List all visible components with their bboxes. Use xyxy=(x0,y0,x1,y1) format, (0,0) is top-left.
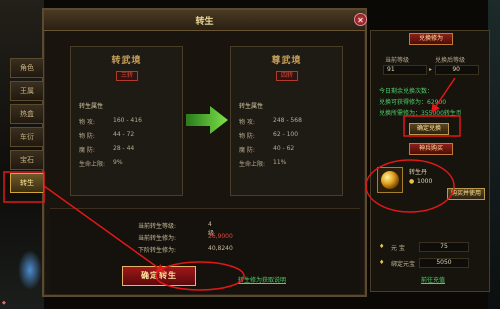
exchange-info-1: 今日剩余兑换次数： xyxy=(379,88,434,95)
rebirth-pill-item[interactable] xyxy=(377,167,403,193)
side-tabs: 角色 王属 热盒 车衍 宝石 转生 xyxy=(10,58,44,196)
ingot-icon: ♦ xyxy=(379,243,385,250)
next-attr-row: 物 攻: 248 - 568 xyxy=(239,117,302,126)
current-cultivation-line: 当前转生修为: 26,9000 xyxy=(138,233,233,242)
exchange-info-2: 兑换可获得修为：62900 xyxy=(379,99,447,106)
next-attr-title: 转生属性 xyxy=(239,103,264,110)
coin-icon: ● xyxy=(409,178,415,185)
current-stage-title: 转武境 xyxy=(111,56,142,66)
after-level-label: 兑换后等级 xyxy=(435,57,466,64)
tab-character[interactable]: 角色 xyxy=(10,58,44,78)
tab-rebirth[interactable]: 转生 xyxy=(10,173,44,193)
window-title: 转生 xyxy=(195,17,214,27)
level-arrow-icon: ▸ xyxy=(429,66,433,73)
cultivation-help-link[interactable]: 转生修为获取说明 xyxy=(238,275,286,284)
confirm-rebirth-button[interactable]: 确定转生 xyxy=(122,266,196,286)
recharge-link[interactable]: 前往充值 xyxy=(421,275,445,284)
next-stage-title: 尊武境 xyxy=(271,56,302,66)
gold-label: 元 宝 xyxy=(391,245,405,252)
shop-header: 神兵购买 xyxy=(409,143,453,155)
tab-vehicle[interactable]: 车衍 xyxy=(10,127,44,147)
confirm-exchange-button[interactable]: 确定兑换 xyxy=(409,123,449,135)
rebirth-panel: 转生 ✕ 转武境 三转 转生属性 物 攻: 160 - 416 物 防: 44 - … xyxy=(42,8,367,297)
blue-glow-effect xyxy=(18,250,42,290)
rebirth-summary: 当前转生等级: 4 级 当前转生修为: 26,9000 下阶转生修为: 40,8240 xyxy=(50,208,360,294)
title-bar: 转生 ✕ xyxy=(44,10,367,31)
next-attr-row: 生命上限: 11% xyxy=(239,159,287,168)
tab-kingdom[interactable]: 王属 xyxy=(10,81,44,101)
current-attr-row: 魔 防: 28 - 44 xyxy=(79,145,135,154)
bound-gold-value: 5050 xyxy=(419,258,469,268)
buy-and-use-button[interactable]: 购买并使用 xyxy=(447,188,485,200)
current-stage-box: 转武境 三转 转生属性 物 攻: 160 - 416 物 防: 44 - 72 魔 … xyxy=(70,46,183,196)
current-level-value: 91 xyxy=(383,65,427,75)
close-button[interactable]: ✕ xyxy=(354,13,367,26)
golden-orb-icon xyxy=(381,171,399,189)
gold-value: 75 xyxy=(419,242,469,252)
tab-gem[interactable]: 宝石 xyxy=(10,150,44,170)
next-attr-row: 魔 防: 40 - 62 xyxy=(239,145,295,154)
bound-gold-label: 绑定元宝 xyxy=(391,261,416,268)
bound-ingot-icon: ♦ xyxy=(379,259,385,266)
current-level-label: 当前等级 xyxy=(385,57,410,64)
tab-box[interactable]: 热盒 xyxy=(10,104,44,124)
exchange-header: 兑换修为 xyxy=(409,33,453,45)
exchange-info-3: 兑换所需修为：355000转生币 xyxy=(379,110,462,117)
current-attr-row: 生命上限: 9% xyxy=(79,159,123,168)
item-name: 转生丹 xyxy=(409,169,428,176)
next-attr-row: 物 防: 62 - 100 xyxy=(239,131,299,140)
next-stage-box: 尊武境 四转 转生属性 物 攻: 248 - 568 物 防: 62 - 100 魔… xyxy=(230,46,343,196)
exchange-side-panel: 兑换修为 当前等级 兑换后等级 91 90 ▸ 今日剩余兑换次数： 兑换可获得修… xyxy=(370,30,490,292)
current-attr-row: 物 攻: 160 - 416 xyxy=(79,117,142,126)
next-stage-badge: 四转 xyxy=(276,71,298,81)
next-cultivation-line: 下阶转生修为: 40,8240 xyxy=(138,245,233,254)
current-stage-badge: 三转 xyxy=(116,71,138,81)
current-attr-row: 物 防: 44 - 72 xyxy=(79,131,135,140)
green-arrow-icon xyxy=(186,106,228,134)
after-level-value: 90 xyxy=(435,65,479,75)
current-level-line: 当前转生等级: 4 级 xyxy=(138,221,215,237)
current-attr-title: 转生属性 xyxy=(79,103,104,110)
item-price: 1000 xyxy=(417,178,433,185)
corner-gem-icon: ◆ xyxy=(2,300,6,306)
